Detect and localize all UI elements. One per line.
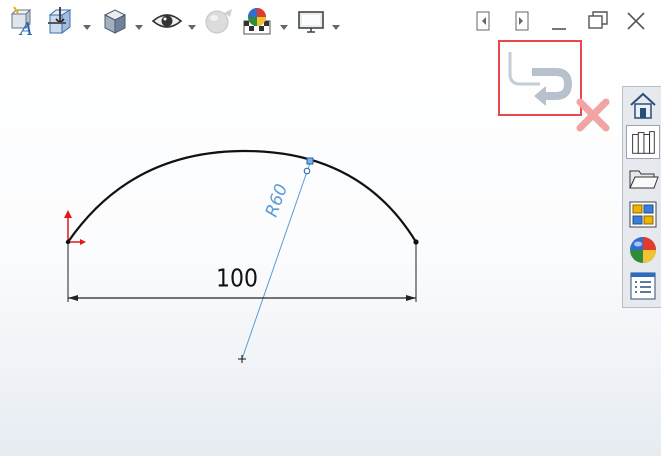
radius-handle[interactable]: [306, 157, 314, 165]
solidworks-resources-tab-icon[interactable]: [626, 89, 660, 123]
sketch-canvas[interactable]: R60 100: [0, 0, 661, 456]
appearances-scenes-tab-icon[interactable]: [626, 233, 660, 267]
sketch-origin-icon: [64, 210, 86, 245]
design-library-tab-icon[interactable]: [626, 125, 660, 159]
arc-startpoint[interactable]: [65, 239, 71, 245]
arc-endpoint[interactable]: [413, 239, 419, 245]
file-explorer-tab-icon[interactable]: [626, 161, 660, 195]
custom-properties-tab-icon[interactable]: [626, 269, 660, 303]
view-palette-tab-icon[interactable]: [626, 197, 660, 231]
sketch-arc[interactable]: [67, 149, 417, 243]
linear-dimension-text[interactable]: 100: [216, 263, 258, 293]
task-pane-tabs: [622, 86, 661, 308]
radius-dimension-text[interactable]: R60: [262, 181, 292, 219]
arc-midpoint[interactable]: [303, 167, 311, 175]
arc-center-point[interactable]: [238, 355, 246, 363]
